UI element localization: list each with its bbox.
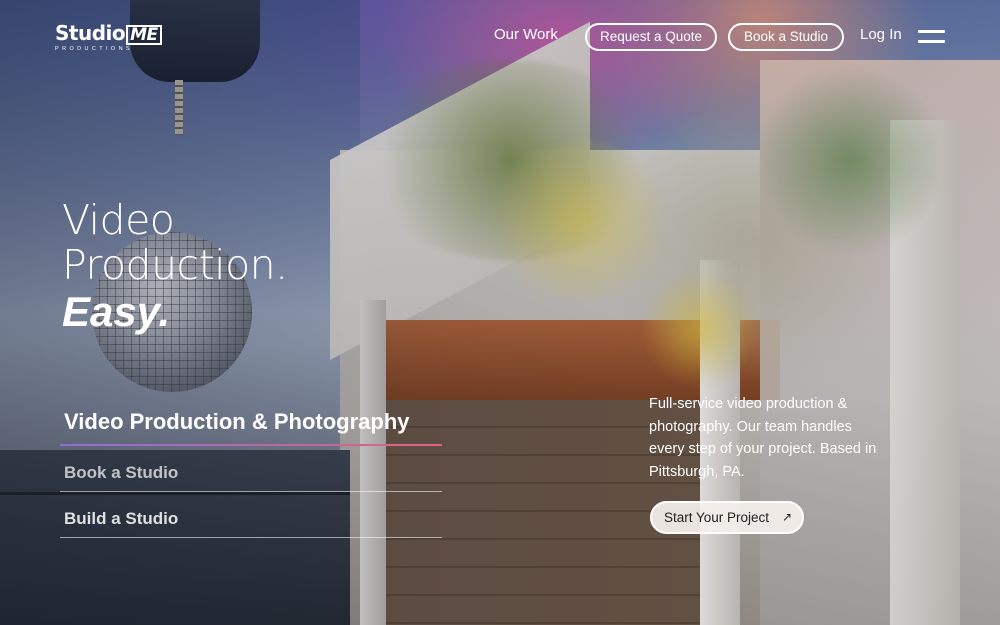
logo-wordmark: Studio ME bbox=[55, 22, 167, 45]
service-video-production[interactable]: Video Production & Photography bbox=[60, 402, 442, 446]
menu-bar bbox=[918, 30, 945, 33]
arrow-up-right-icon: ↗ bbox=[781, 510, 792, 524]
service-build-studio[interactable]: Build a Studio bbox=[60, 492, 442, 538]
menu-bar bbox=[918, 40, 945, 43]
start-project-button[interactable]: Start Your Project ↗ bbox=[650, 501, 804, 534]
hamburger-menu-icon[interactable] bbox=[918, 30, 945, 44]
headline-line-2: Production. bbox=[62, 241, 288, 289]
nav-log-in[interactable]: Log In bbox=[860, 26, 902, 43]
site-header: Studio ME PRODUCTIONS Our Work Request a … bbox=[0, 0, 1000, 72]
hero-headline: Video Production. Easy. bbox=[62, 198, 288, 336]
logo-studio-text: Studio bbox=[55, 21, 126, 45]
logo[interactable]: Studio ME PRODUCTIONS bbox=[55, 22, 167, 54]
headline-line-1: Video bbox=[62, 196, 175, 244]
logo-me-mark: ME bbox=[126, 25, 162, 45]
start-project-label: Start Your Project bbox=[664, 510, 770, 525]
nav-our-work[interactable]: Our Work bbox=[494, 26, 558, 43]
logo-tagline: PRODUCTIONS bbox=[55, 46, 134, 52]
book-studio-button[interactable]: Book a Studio bbox=[728, 23, 844, 51]
service-book-studio[interactable]: Book a Studio bbox=[60, 446, 442, 492]
hero-description: Full-service video production & photogra… bbox=[649, 396, 877, 480]
services-list: Video Production & Photography Book a St… bbox=[60, 402, 442, 538]
request-quote-button[interactable]: Request a Quote bbox=[585, 23, 717, 51]
headline-line-3: Easy. bbox=[62, 288, 171, 335]
